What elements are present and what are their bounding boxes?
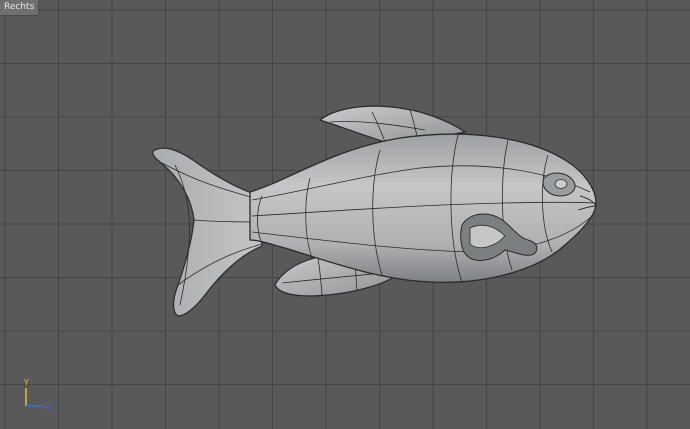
axis-gizmo: Y Z (23, 378, 52, 411)
editor-viewport-right[interactable]: Rechts Y Z (0, 0, 690, 429)
tail-fin (152, 147, 263, 317)
z-axis-label: Z (46, 402, 52, 411)
fish-mesh-icon[interactable] (0, 0, 690, 429)
y-axis-label: Y (23, 378, 29, 387)
fish-body (249, 133, 597, 283)
